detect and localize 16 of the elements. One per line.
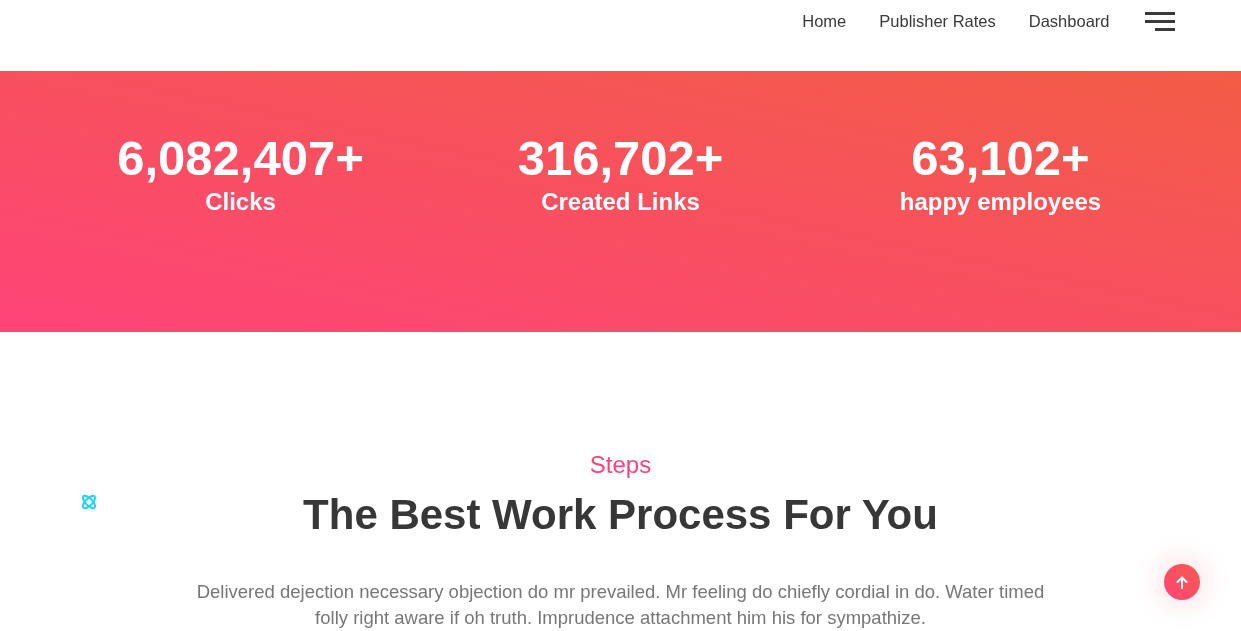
stat-value: 6,082,407+: [117, 130, 364, 187]
scroll-top-button[interactable]: [1164, 564, 1200, 600]
crossed-loops-icon: [80, 493, 98, 511]
arrow-up-icon: [1176, 575, 1188, 589]
section-eyebrow: Steps: [589, 450, 652, 480]
stat-value: 316,702+: [517, 130, 724, 187]
stat-value: 63,102+: [911, 130, 1090, 187]
section-title: The Best Work Process For You: [303, 490, 938, 540]
section-description: Delivered dejection necessary objection do mr prevailed. Mr feeling do chiefly cordial in do. Water timed folly right aware if oh truth. Imprudence attachment him his for sympathize.: [195, 580, 1046, 630]
stat-label: happy employees: [899, 187, 1102, 217]
nav-link[interactable]: Dashboard: [1028, 8, 1110, 34]
stat-label: Clicks: [205, 187, 276, 217]
nav-link[interactable]: Home: [802, 8, 847, 34]
nav-link[interactable]: Publisher Rates: [879, 8, 996, 34]
stat-label: Created Links: [541, 187, 700, 217]
menu-icon[interactable]: [1144, 11, 1175, 31]
